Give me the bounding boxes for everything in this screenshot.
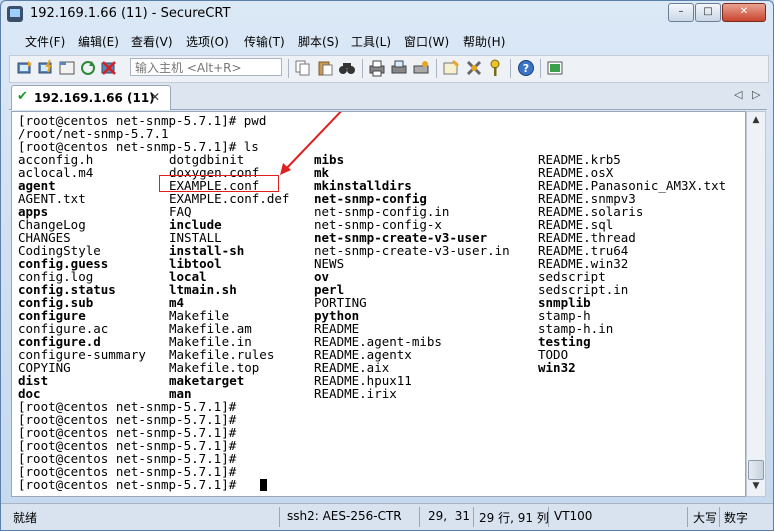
print-setup-icon[interactable]: [412, 59, 430, 77]
status-bar: 就绪 ssh2: AES-256-CTR 29, 31 29 行, 91 列 V…: [1, 503, 773, 530]
status-cursor-position: 29, 31: [428, 509, 470, 523]
status-separator: [473, 507, 474, 527]
menu-bar: 文件(F) 编辑(E) 查看(V) 选项(O) 传输(T) 脚本(S) 工具(L…: [9, 29, 767, 53]
status-num-lock: 数字: [724, 511, 749, 525]
menu-tools[interactable]: 工具(L): [351, 33, 391, 50]
connected-check-icon: ✔: [17, 89, 28, 104]
tab-close-icon[interactable]: ✕: [150, 90, 160, 104]
status-terminal-type: VT100: [554, 509, 593, 523]
close-button[interactable]: ✕: [722, 3, 766, 22]
menu-window[interactable]: 窗口(W): [404, 33, 449, 50]
toolbar: 输入主机 <Alt+R> ?: [9, 55, 769, 83]
scroll-up-icon[interactable]: ▲: [747, 112, 765, 129]
connect-icon[interactable]: [16, 59, 34, 77]
status-ready: 就绪: [13, 511, 38, 525]
terminal-screen[interactable]: [root@centos net-snmp-5.7.1]# pwd/root/n…: [11, 111, 746, 497]
maximize-button[interactable]: □: [695, 3, 721, 22]
svg-text:?: ?: [523, 62, 529, 75]
menu-view[interactable]: 查看(V): [131, 33, 173, 50]
disconnect-icon[interactable]: [100, 59, 118, 77]
annotation-arrow: [280, 112, 342, 175]
menu-help[interactable]: 帮助(H): [463, 33, 505, 50]
window-title: 192.169.1.66 (11) - SecureCRT: [30, 6, 231, 21]
print-selection-icon[interactable]: [390, 59, 408, 77]
toolbar-separator: [436, 59, 437, 78]
menu-edit[interactable]: 编辑(E): [78, 33, 119, 50]
status-separator: [687, 507, 688, 527]
print-icon[interactable]: [368, 59, 386, 77]
toolbar-separator: [540, 59, 541, 78]
quick-connect-input[interactable]: 输入主机 <Alt+R>: [130, 58, 282, 76]
status-caps-lock: 大写: [693, 511, 718, 525]
status-separator: [719, 507, 720, 527]
find-icon[interactable]: [338, 59, 356, 77]
reconnect-icon[interactable]: [79, 59, 97, 77]
title-bar[interactable]: 192.169.1.66 (11) - SecureCRT – □ ✕: [1, 1, 773, 27]
status-rows-cols: 29 行, 91 列: [479, 511, 549, 525]
menu-script[interactable]: 脚本(S): [298, 33, 339, 50]
toolbar-separator: [362, 59, 363, 78]
status-separator: [279, 507, 280, 527]
sftp-icon[interactable]: [546, 59, 564, 77]
status-separator: [548, 507, 549, 527]
toolbar-separator: [510, 59, 511, 78]
status-connection: ssh2: AES-256-CTR: [287, 509, 402, 523]
minimize-button[interactable]: –: [668, 3, 694, 22]
copy-icon[interactable]: [294, 59, 312, 77]
session-options-icon[interactable]: [442, 59, 460, 77]
scroll-down-icon[interactable]: ▼: [747, 478, 765, 495]
securecrt-app-icon: [7, 6, 23, 22]
global-options-icon[interactable]: [465, 59, 483, 77]
status-separator: [419, 507, 420, 527]
quick-connect-icon[interactable]: [37, 59, 55, 77]
terminal-scrollbar[interactable]: ▲ ▼: [746, 111, 766, 497]
help-icon[interactable]: ?: [517, 59, 535, 77]
connect-in-tab-icon[interactable]: [58, 59, 76, 77]
paste-icon[interactable]: [316, 59, 334, 77]
scrollbar-thumb[interactable]: [748, 460, 764, 480]
securecrt-window: 192.169.1.66 (11) - SecureCRT – □ ✕ 文件(F…: [0, 0, 774, 531]
toolbar-separator: [288, 59, 289, 78]
menu-file[interactable]: 文件(F): [25, 33, 65, 50]
session-tab[interactable]: ✔ 192.169.1.66 (11) ✕: [11, 85, 171, 110]
key-icon[interactable]: [486, 59, 504, 77]
tab-next-icon[interactable]: ▷: [752, 88, 760, 101]
menu-transfer[interactable]: 传输(T): [244, 33, 285, 50]
tab-bar: ✔ 192.169.1.66 (11) ✕ ◁ ▷: [9, 83, 767, 110]
session-tab-label: 192.169.1.66 (11): [34, 91, 155, 105]
menu-options[interactable]: 选项(O): [186, 33, 229, 50]
tab-prev-icon[interactable]: ◁: [734, 88, 742, 101]
